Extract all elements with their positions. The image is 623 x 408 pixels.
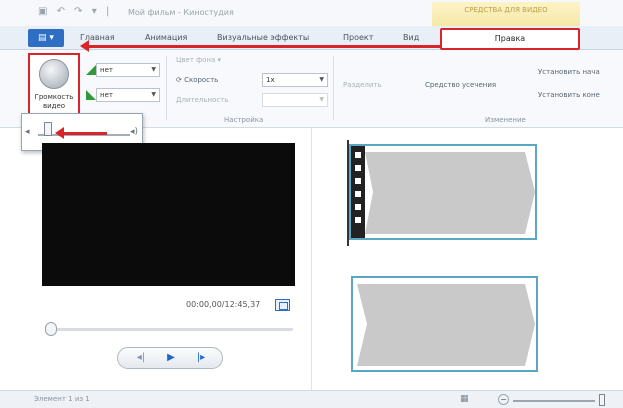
fade-in-dropdown[interactable]: нет ▼ [96,63,160,77]
file-menu-button[interactable]: ▤ ▾ [28,29,64,47]
play-button[interactable]: ▶ [156,350,186,366]
status-text: Элемент 1 из 1 [34,395,90,403]
chevron-down-icon: ▼ [151,66,156,73]
speed-value: 1x [266,76,275,84]
zoom-slider-thumb[interactable] [599,394,605,406]
tab-edit[interactable]: Правка [440,28,580,50]
storyboard-cursor [347,140,349,246]
chevron-down-icon: ▼ [319,96,324,103]
video-volume-label: Громкость видео [34,93,74,110]
volume-slider-thumb[interactable] [44,122,52,136]
thumbnail-view-icon[interactable]: ▦ [460,394,469,404]
fade-out-icon [86,90,96,100]
seek-thumb[interactable] [45,322,57,336]
contextual-tab-group: СРЕДСТВА ДЛЯ ВИДЕО [432,2,580,26]
tab-view[interactable]: Вид [403,33,419,42]
split-button[interactable]: Разделить [343,81,382,89]
volume-icon [39,59,69,89]
video-preview[interactable] [42,143,295,286]
ribbon-separator [166,56,167,120]
next-frame-button[interactable]: |▸ [186,350,216,366]
tab-project[interactable]: Проект [343,33,373,42]
zoom-out-button[interactable]: − [498,394,509,405]
filmstrip-icon [351,146,365,238]
ribbon-separator [333,56,334,120]
speaker-icon: ◂) [130,127,139,137]
timecode: 00:00,00/12:45,37 [186,300,261,309]
annotation-arrow [80,40,440,52]
duration-dropdown[interactable]: ▼ [262,93,328,107]
zoom-slider-track[interactable] [513,400,595,402]
fade-in-icon [86,65,96,75]
window-title: Мой фильм - Киностудия [128,8,234,17]
chevron-down-icon: ▼ [151,91,156,98]
trim-tool-button[interactable]: Средство усечения [425,81,496,89]
speed-dropdown[interactable]: 1x ▼ [262,73,328,87]
playback-controls: ◂| ▶ |▸ [117,347,223,369]
set-end-point-button[interactable]: Установить коне [538,91,600,99]
tab-visual-effects[interactable]: Визуальные эффекты [217,33,309,42]
storyboard-clip[interactable] [349,144,537,240]
speed-label-text: Скорость [184,76,219,84]
speaker-muted-icon: ◂ [25,127,30,137]
fade-in-value: нет [100,66,113,74]
status-bar: Элемент 1 из 1 ▦ − [0,390,623,408]
chevron-down-icon: ▼ [319,76,324,83]
previous-frame-button[interactable]: ◂| [126,350,156,366]
clip-thumbnail [357,284,535,366]
title-bar: ▣ ↶ ↷ ▾ | Мой фильм - Киностудия СРЕДСТВ… [0,0,623,26]
background-color-button[interactable]: Цвет фона ▾ [176,56,221,64]
fade-out-dropdown[interactable]: нет ▼ [96,88,160,102]
speed-label: ⟳ Скорость [176,76,219,84]
set-start-point-button[interactable]: Установить нача [538,68,600,76]
clip-thumbnail [365,152,535,234]
fade-out-value: нет [100,91,113,99]
group-label-settings: Настройка [224,116,264,124]
panel-divider [311,128,312,390]
seek-bar[interactable] [45,328,293,331]
annotation-arrow-slider [55,127,107,139]
storyboard-clip[interactable] [351,276,538,372]
tab-animation[interactable]: Анимация [145,33,187,42]
duration-label: Длительность [176,96,229,104]
fullscreen-icon[interactable] [275,299,290,311]
quick-access-toolbar[interactable]: ▣ ↶ ↷ ▾ | [38,6,112,17]
group-label-editing: Изменение [485,116,526,124]
